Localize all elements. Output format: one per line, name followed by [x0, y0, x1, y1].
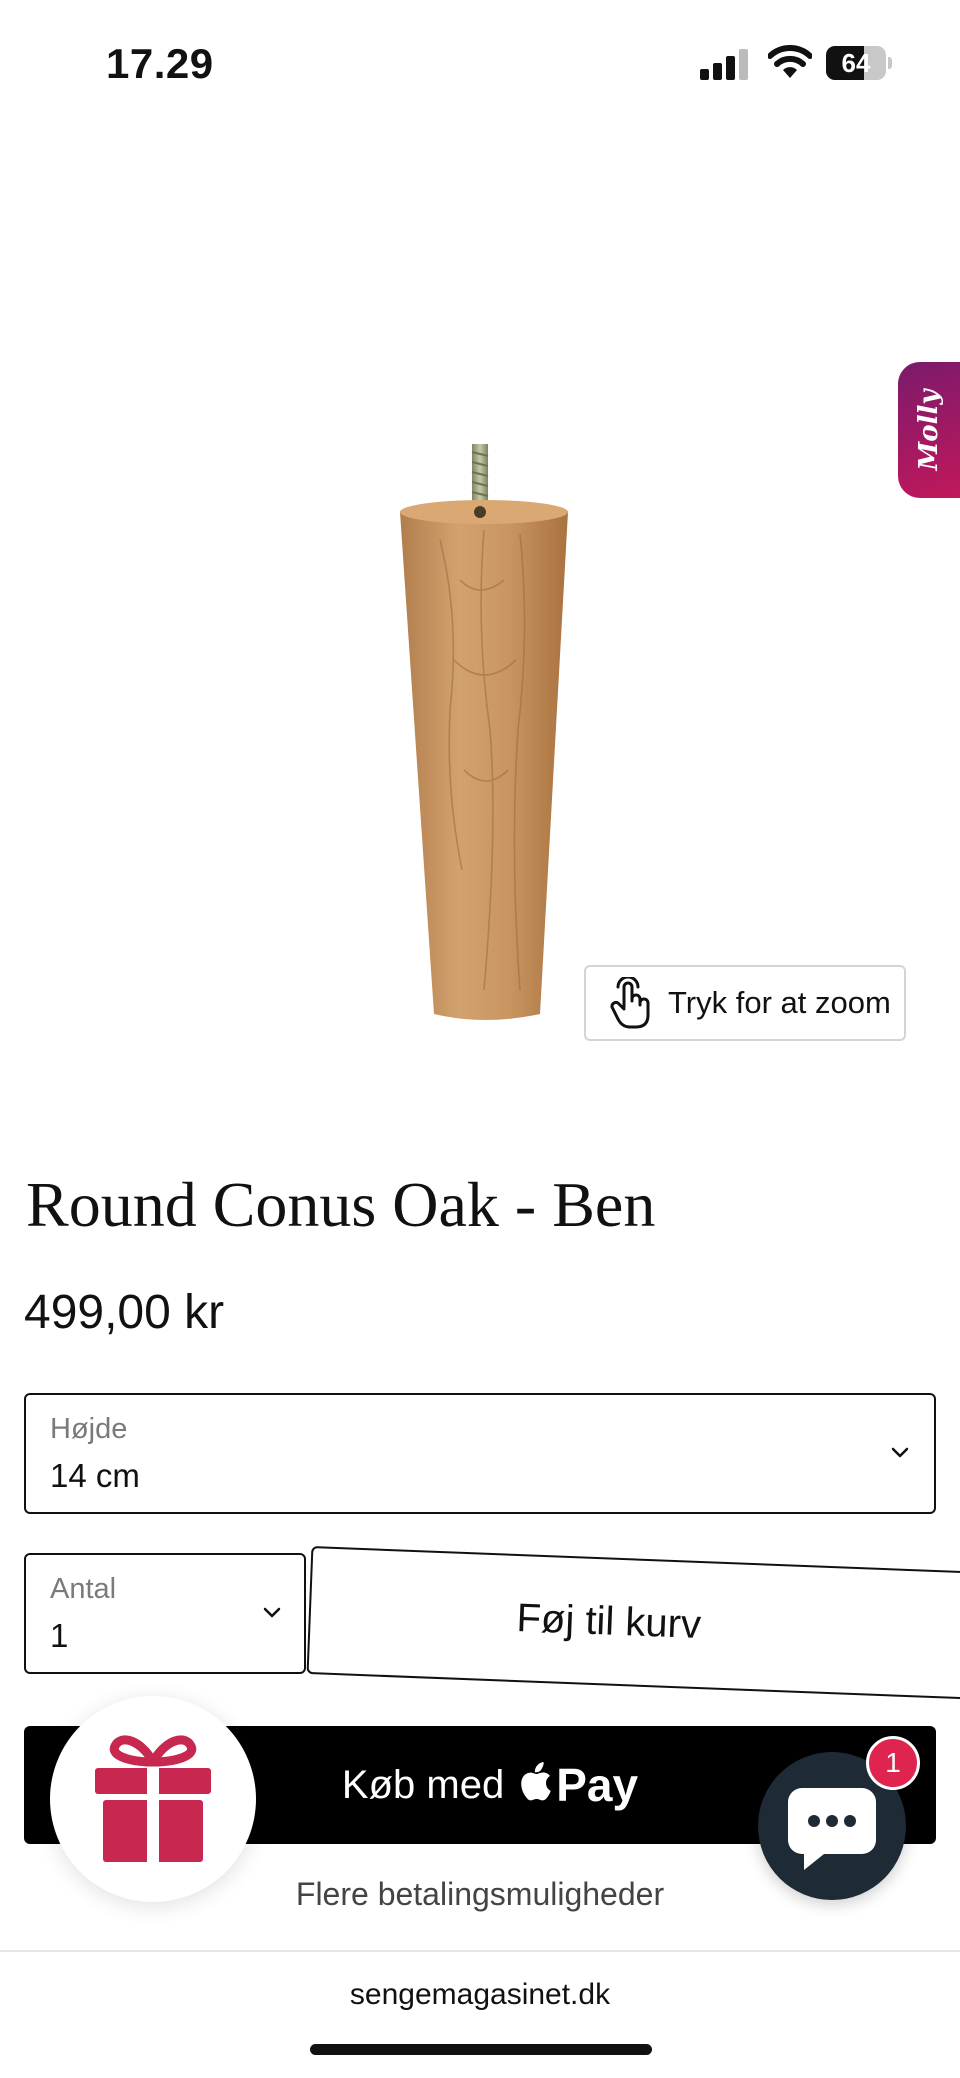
height-select[interactable]: Højde 14 cm: [24, 1393, 936, 1514]
tap-hand-icon: [610, 977, 650, 1029]
battery-icon: 64: [826, 46, 892, 80]
bottom-bar-divider: [0, 1950, 960, 1952]
chat-icon: [788, 1788, 876, 1870]
height-select-value: 14 cm: [50, 1457, 140, 1494]
chat-notification-badge: 1: [866, 1736, 920, 1790]
apple-logo-icon: [521, 1762, 551, 1801]
gift-widget-button[interactable]: [50, 1696, 256, 1902]
chevron-down-icon: [263, 1607, 281, 1618]
product-price: 499,00 kr: [24, 1286, 225, 1339]
molly-side-tab[interactable]: Molly: [898, 362, 960, 498]
quantity-select-value: 1: [50, 1617, 69, 1654]
add-to-cart-button[interactable]: Føj til kurv: [306, 1546, 960, 1700]
chevron-down-icon: [891, 1447, 909, 1458]
zoom-button-label: Tryk for at zoom: [668, 985, 891, 1020]
add-to-cart-label: Føj til kurv: [515, 1595, 702, 1647]
apple-pay-prefix: Køb med: [341, 1762, 505, 1807]
battery-level: 64: [841, 48, 871, 78]
wifi-icon: [768, 45, 812, 78]
product-title: Round Conus Oak - Ben: [26, 1169, 656, 1240]
status-time: 17.29: [106, 40, 214, 87]
quantity-select[interactable]: Antal 1: [24, 1553, 306, 1674]
home-indicator[interactable]: [310, 2044, 652, 2055]
molly-tab-label: Molly: [914, 389, 944, 471]
height-select-label: Højde: [50, 1413, 128, 1445]
browser-url[interactable]: sengemagasinet.dk: [0, 1978, 960, 2012]
quantity-select-label: Antal: [50, 1573, 117, 1605]
zoom-button[interactable]: Tryk for at zoom: [584, 965, 906, 1041]
gift-icon: [95, 1735, 211, 1862]
product-image[interactable]: [380, 430, 580, 1030]
cellular-signal-icon: [700, 48, 750, 80]
apple-pay-word: Pay: [556, 1759, 639, 1811]
